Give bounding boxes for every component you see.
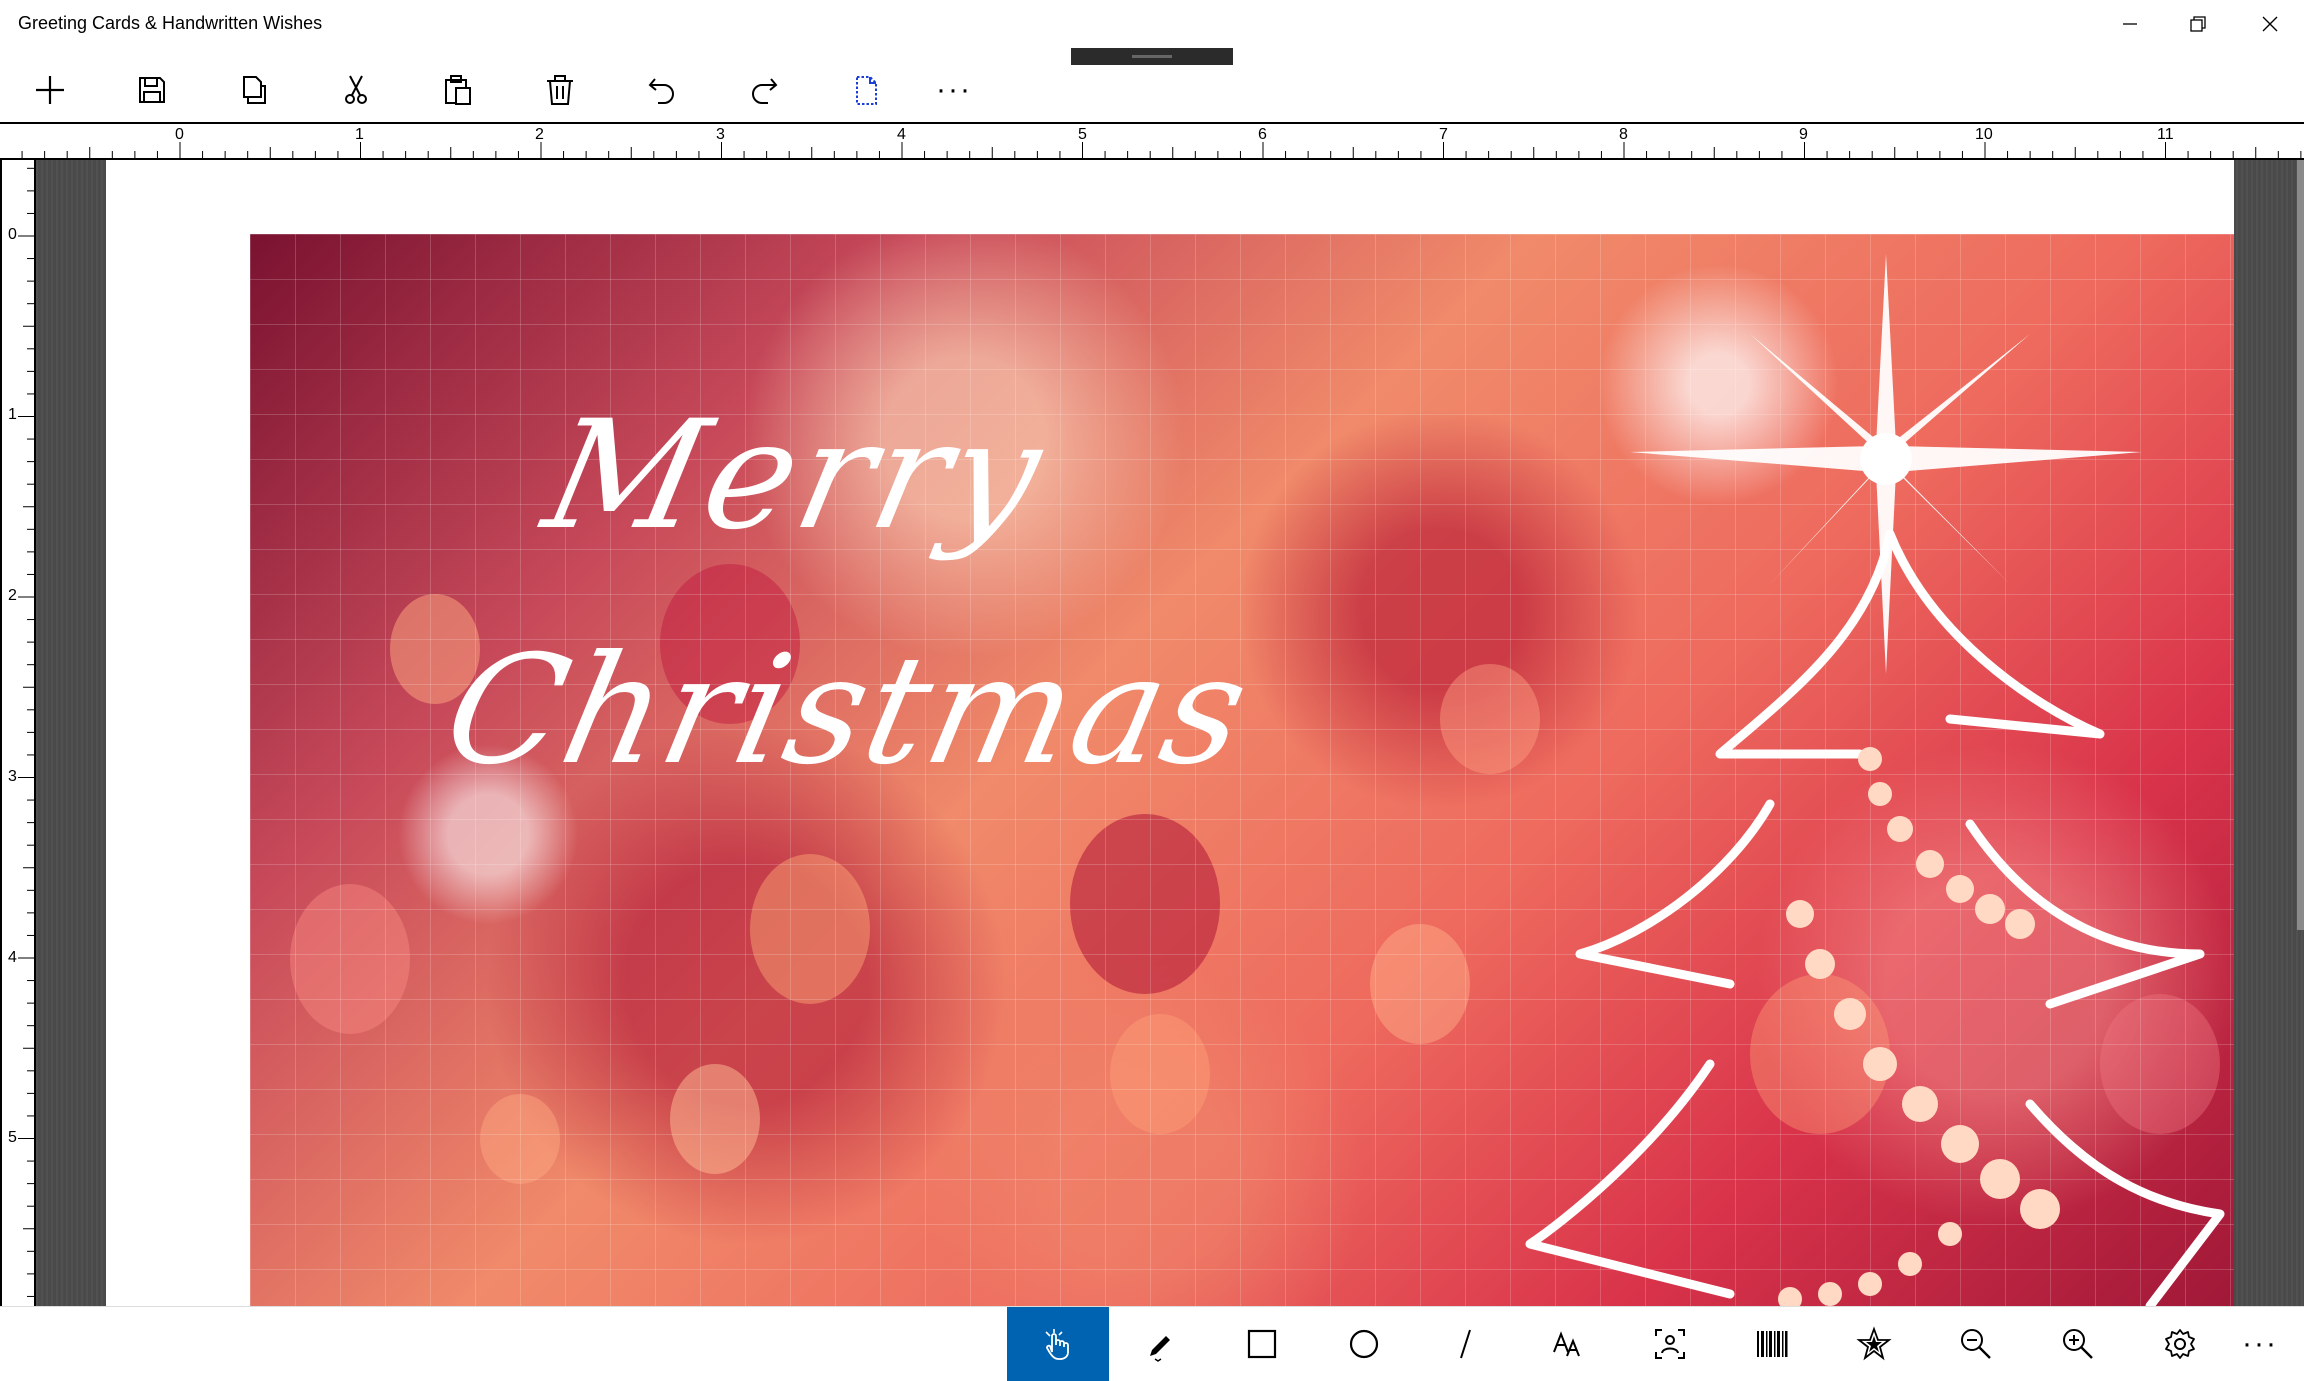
add-button[interactable] xyxy=(20,60,80,120)
ruler-label: 3 xyxy=(716,126,725,143)
star-shape-icon xyxy=(1856,1326,1892,1361)
pen-tool-button[interactable] xyxy=(1109,1307,1211,1381)
greeting-card-image[interactable]: Merry Christmas xyxy=(250,234,2234,1306)
ellipse-tool-button[interactable] xyxy=(1313,1307,1415,1381)
ruler-label: 6 xyxy=(1258,126,1267,143)
zoom-in-button[interactable] xyxy=(2027,1307,2129,1381)
christmas-tree-graphic xyxy=(1525,254,2225,1306)
horizontal-ruler-ticks xyxy=(21,142,2302,158)
bottom-more-button[interactable]: ··· xyxy=(2216,1307,2304,1381)
zoom-in-icon xyxy=(2063,1329,2093,1359)
page[interactable]: Merry Christmas xyxy=(106,160,2234,1306)
horizontal-ruler: 0 1 2 3 4 5 6 7 8 9 10 11 xyxy=(0,122,2304,160)
ruler-label: 4 xyxy=(897,126,906,143)
more-icon: ··· xyxy=(2242,1327,2278,1360)
ruler-label: 1 xyxy=(355,126,364,143)
ruler-label: 2 xyxy=(535,126,544,143)
ruler-label: 1 xyxy=(8,406,17,423)
ruler-label: 5 xyxy=(1078,126,1087,143)
ruler-label: 2 xyxy=(8,587,17,604)
image-frame-icon xyxy=(1655,1329,1685,1359)
save-icon xyxy=(139,77,165,103)
settings-icon xyxy=(2165,1329,2195,1359)
more-icon: ··· xyxy=(936,73,972,106)
ruler-label: 4 xyxy=(8,949,17,966)
ruler-label: 3 xyxy=(8,768,17,785)
title-bar: Greeting Cards & Handwritten Wishes xyxy=(0,0,2304,48)
ruler-label: 11 xyxy=(2157,126,2174,143)
vertical-scrollbar[interactable] xyxy=(2297,160,2304,930)
rectangle-tool-button[interactable] xyxy=(1211,1307,1313,1381)
minimize-button[interactable] xyxy=(2096,0,2164,48)
ruler-label: 9 xyxy=(1799,126,1808,143)
minimize-icon xyxy=(2123,23,2137,25)
copy-icon xyxy=(243,76,266,104)
add-icon xyxy=(36,76,64,104)
page-select-button[interactable] xyxy=(836,60,896,120)
toolbar-more-button[interactable]: ··· xyxy=(924,60,984,120)
undo-button[interactable] xyxy=(632,60,692,120)
restore-icon xyxy=(2190,16,2206,32)
ruler-label: 0 xyxy=(175,126,184,143)
delete-button[interactable] xyxy=(530,60,590,120)
close-button[interactable] xyxy=(2236,0,2304,48)
pointer-tool-button[interactable] xyxy=(1007,1307,1109,1381)
cut-button[interactable] xyxy=(326,60,386,120)
zoom-out-button[interactable] xyxy=(1925,1307,2027,1381)
pointer-hand-icon xyxy=(1045,1329,1069,1360)
paste-button[interactable] xyxy=(428,60,488,120)
canvas-workspace[interactable]: Merry Christmas xyxy=(36,160,2304,1306)
ruler-label: 7 xyxy=(1439,126,1448,143)
barcode-icon xyxy=(1757,1331,1788,1357)
greeting-text-line2[interactable]: Christmas xyxy=(432,624,1264,798)
drag-grip[interactable] xyxy=(1071,48,1233,65)
delete-icon xyxy=(547,75,573,105)
app-title: Greeting Cards & Handwritten Wishes xyxy=(18,13,323,33)
line-tool-button[interactable] xyxy=(1415,1307,1517,1381)
text-tool-button[interactable] xyxy=(1517,1307,1619,1381)
rectangle-icon xyxy=(1247,1329,1277,1359)
ruler-label: 5 xyxy=(8,1129,17,1146)
restore-button[interactable] xyxy=(2164,0,2232,48)
ellipse-icon xyxy=(1349,1329,1379,1359)
vertical-ruler: 0 1 2 3 4 5 xyxy=(0,160,36,1306)
close-icon xyxy=(2262,16,2278,32)
redo-button[interactable] xyxy=(734,60,794,120)
page-select-icon xyxy=(856,76,877,105)
redo-icon xyxy=(752,78,778,104)
copy-button[interactable] xyxy=(224,60,284,120)
shape-tool-button[interactable] xyxy=(1823,1307,1925,1381)
ruler-label: 10 xyxy=(1975,126,1993,143)
ruler-label: 8 xyxy=(1619,126,1628,143)
ruler-label: 0 xyxy=(8,226,17,243)
line-icon xyxy=(1460,1329,1471,1359)
image-tool-button[interactable] xyxy=(1619,1307,1721,1381)
greeting-text-line1[interactable]: Merry xyxy=(532,389,1060,563)
text-icon xyxy=(1553,1331,1580,1357)
undo-icon xyxy=(648,78,674,104)
zoom-out-icon xyxy=(1961,1329,1991,1359)
pen-icon xyxy=(1150,1336,1170,1362)
drawing-toolbar: ··· xyxy=(0,1306,2304,1381)
save-button[interactable] xyxy=(122,60,182,120)
cut-icon xyxy=(345,75,367,104)
paste-icon xyxy=(445,75,471,105)
barcode-tool-button[interactable] xyxy=(1721,1307,1823,1381)
